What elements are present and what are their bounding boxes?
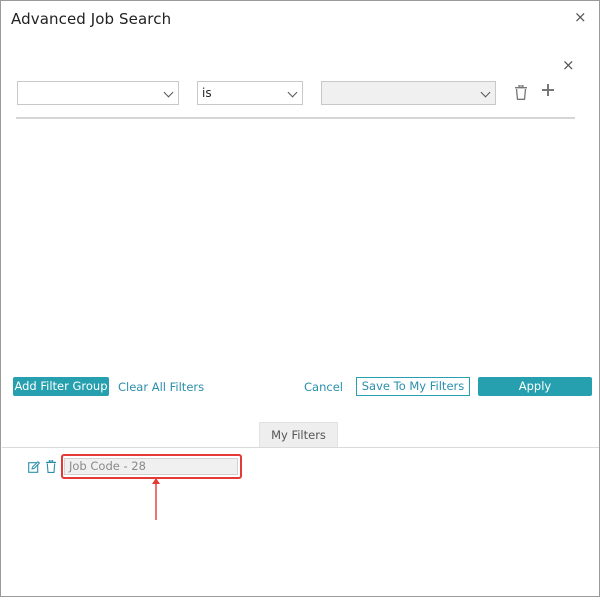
save-to-my-filters-button[interactable]: Save To My Filters: [356, 377, 470, 396]
filter-group-divider: [16, 117, 575, 119]
advanced-job-search-dialog: Advanced Job Search × × is Add Filter Gr…: [0, 0, 600, 597]
close-dialog-icon[interactable]: ×: [574, 10, 587, 25]
saved-filter-name[interactable]: Job Code - 28: [64, 458, 238, 475]
add-filter-group-button[interactable]: Add Filter Group: [13, 377, 109, 396]
field-select[interactable]: [17, 81, 179, 105]
value-select[interactable]: [321, 81, 496, 105]
chevron-down-icon: [287, 87, 298, 98]
annotation-arrow: [152, 478, 160, 520]
tabs-divider: [2, 447, 599, 448]
operator-select-value: is: [202, 86, 212, 100]
apply-button[interactable]: Apply: [478, 377, 592, 396]
cancel-link[interactable]: Cancel: [304, 380, 343, 394]
operator-select[interactable]: is: [197, 81, 303, 105]
dialog-title: Advanced Job Search: [11, 10, 172, 28]
chevron-down-icon: [480, 87, 491, 98]
trash-icon[interactable]: [515, 85, 527, 100]
edit-icon[interactable]: [28, 461, 40, 473]
chevron-down-icon: [163, 87, 174, 98]
tab-my-filters[interactable]: My Filters: [259, 422, 338, 448]
clear-all-filters-link[interactable]: Clear All Filters: [118, 380, 204, 394]
close-filter-group-icon[interactable]: ×: [562, 58, 575, 73]
trash-icon[interactable]: [46, 460, 56, 473]
add-condition-plus-icon[interactable]: [542, 84, 554, 96]
